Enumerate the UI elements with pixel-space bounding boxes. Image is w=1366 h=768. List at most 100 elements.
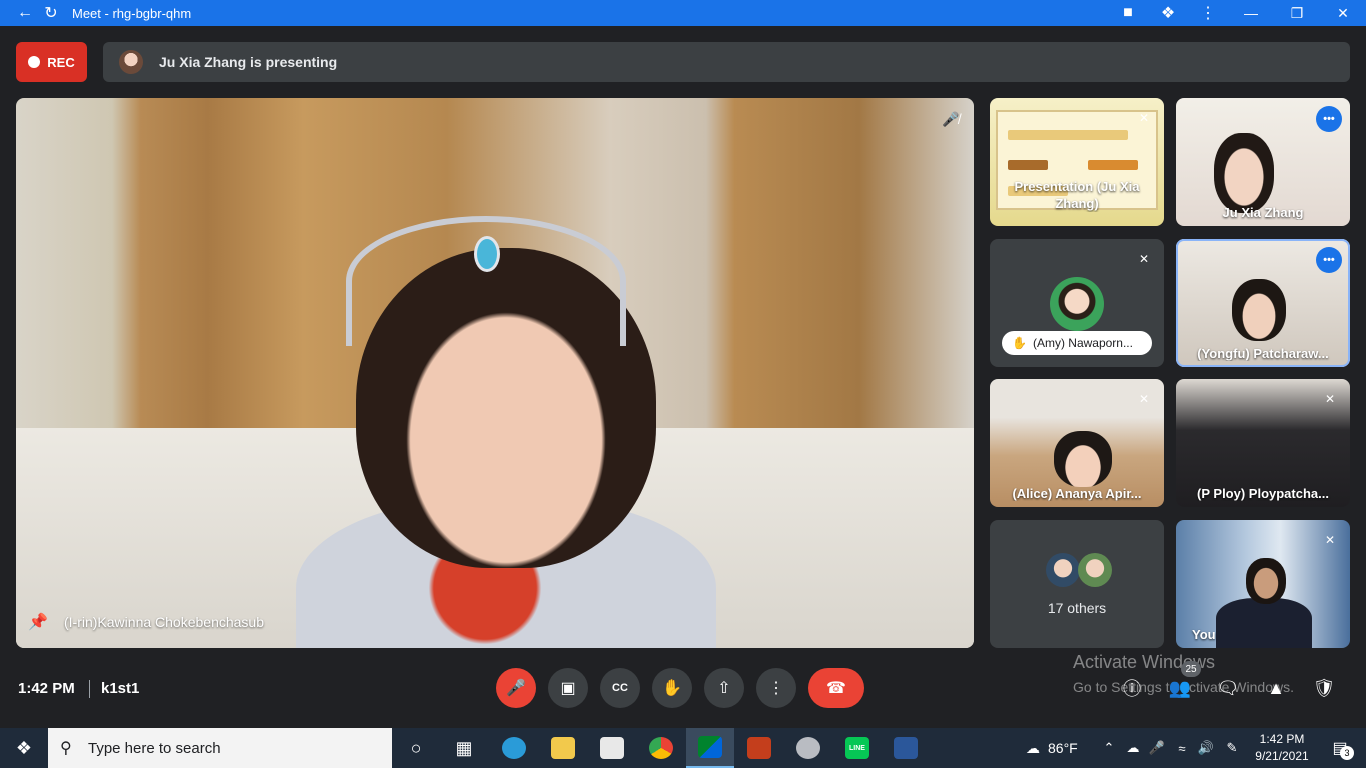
cloud-rain-icon: ☁ bbox=[1026, 739, 1040, 756]
taskbar-app-media[interactable] bbox=[784, 728, 832, 768]
camera-status-icon[interactable]: ■ bbox=[1108, 0, 1148, 26]
raised-hand-badge: ✋ (Amy) Nawaporn... bbox=[1002, 331, 1152, 355]
tile-others[interactable]: 17 others bbox=[990, 520, 1164, 648]
taskbar-app-word[interactable] bbox=[882, 728, 930, 768]
tile-participant[interactable]: ••• Ju Xia Zhang bbox=[1176, 98, 1350, 226]
more-vert-icon[interactable]: ⋮ bbox=[1188, 0, 1228, 26]
activities-button[interactable]: ▲ bbox=[1263, 675, 1289, 701]
people-button[interactable]: 👥 bbox=[1167, 675, 1193, 701]
minimize-button[interactable]: — bbox=[1228, 0, 1274, 26]
pin-icon[interactable]: 📌 bbox=[28, 612, 48, 634]
tile-participant[interactable]: ✕ (Alice) Ananya Apir... bbox=[990, 379, 1164, 507]
slide-image bbox=[1088, 160, 1138, 170]
chrome-icon bbox=[649, 737, 673, 759]
tray-chevron-up-icon[interactable]: ⌃ bbox=[1097, 728, 1121, 768]
folder-icon bbox=[551, 737, 575, 759]
wifi-icon[interactable]: ≈ bbox=[1170, 728, 1194, 768]
more-vert-icon: ⋮ bbox=[768, 680, 784, 697]
tile-self[interactable]: ✕ You bbox=[1176, 520, 1350, 648]
taskbar-app-meet[interactable] bbox=[686, 728, 734, 768]
meeting-time: 1:42 PM bbox=[18, 680, 75, 697]
hand-icon: ✋ bbox=[1012, 336, 1027, 350]
present-screen-button[interactable]: ⇧ bbox=[704, 668, 744, 708]
task-view-icon: ▦ bbox=[455, 737, 473, 758]
speaking-indicator-icon: ••• bbox=[1316, 247, 1342, 273]
presenting-text: Ju Xia Zhang is presenting bbox=[159, 54, 338, 70]
mic-off-icon: ✕ bbox=[1138, 252, 1150, 266]
phone-hangup-icon: ☎ bbox=[826, 680, 846, 697]
title-bar: ← ↻ Meet - rhg-bgbr-qhm ■ ❖ ⋮ — ❐ ✕ bbox=[0, 0, 1366, 26]
slide-image bbox=[1008, 160, 1048, 170]
taskbar-search[interactable]: ⚲ Type here to search bbox=[48, 728, 392, 768]
shield-lock-icon: 🛡 bbox=[1312, 677, 1336, 698]
chat-icon: 🗨 bbox=[1216, 677, 1240, 698]
presenting-banner: Ju Xia Zhang is presenting bbox=[103, 42, 1350, 82]
participants-count-badge: 25 bbox=[1181, 661, 1201, 677]
chat-button[interactable]: 🗨 bbox=[1215, 675, 1241, 701]
participant-video bbox=[1054, 431, 1112, 487]
main-video-tile[interactable]: 🎤̸ 📌 (I-rin)Kawinna Chokebenchasub bbox=[16, 98, 974, 648]
recording-badge[interactable]: REC bbox=[16, 42, 87, 82]
restore-button[interactable]: ❐ bbox=[1274, 0, 1320, 26]
powerpoint-icon bbox=[747, 737, 771, 759]
word-icon bbox=[894, 737, 918, 759]
taskbar-app-store[interactable] bbox=[588, 728, 636, 768]
mic-off-icon: ✕ bbox=[1138, 392, 1150, 406]
more-options-button[interactable]: ⋮ bbox=[756, 668, 796, 708]
tile-participant[interactable]: ✕ (P Ploy) Ploypatcha... bbox=[1176, 379, 1350, 507]
mic-off-icon: 🎤 bbox=[506, 680, 526, 697]
tile-name: (Amy) Nawaporn... bbox=[1032, 336, 1133, 350]
notifications-button[interactable]: ▤ 3 bbox=[1322, 728, 1358, 768]
taskbar-app-powerpoint[interactable] bbox=[735, 728, 783, 768]
mic-off-icon: 🎤̸ bbox=[942, 110, 960, 127]
taskbar-app-edge[interactable] bbox=[490, 728, 538, 768]
volume-icon[interactable]: 🔊 bbox=[1194, 728, 1218, 768]
tile-name: Presentation (Ju Xia Zhang) bbox=[1014, 179, 1140, 211]
camera-toggle-button[interactable]: ▣ bbox=[548, 668, 588, 708]
tile-name: Ju Xia Zhang bbox=[1222, 205, 1304, 220]
end-call-button[interactable]: ☎ bbox=[808, 668, 864, 708]
tile-name: (Alice) Ananya Apir... bbox=[1012, 486, 1142, 501]
participant-video bbox=[1232, 279, 1286, 341]
meet-icon bbox=[698, 736, 722, 758]
activities-icon: ▲ bbox=[1267, 677, 1285, 698]
mic-toggle-button[interactable]: 🎤 bbox=[496, 668, 536, 708]
avatar bbox=[1050, 277, 1104, 331]
taskbar-app-explorer[interactable] bbox=[539, 728, 587, 768]
meeting-code[interactable]: k1st1 bbox=[101, 680, 139, 697]
pen-icon[interactable]: ✎ bbox=[1220, 728, 1244, 768]
tile-participant[interactable]: ✕ ✋ (Amy) Nawaporn... bbox=[990, 239, 1164, 367]
back-arrow-icon[interactable]: ← bbox=[12, 0, 38, 26]
host-controls-button[interactable]: 🛡 bbox=[1311, 675, 1337, 701]
raise-hand-button[interactable]: ✋ bbox=[652, 668, 692, 708]
window-title: Meet - rhg-bgbr-qhm bbox=[72, 5, 192, 21]
search-placeholder: Type here to search bbox=[88, 739, 221, 757]
taskbar-app-chrome[interactable] bbox=[637, 728, 685, 768]
extensions-icon[interactable]: ❖ bbox=[1148, 0, 1188, 26]
task-view-button[interactable]: ▦ bbox=[440, 728, 488, 768]
camera-icon: ▣ bbox=[560, 680, 576, 697]
captions-icon: CC bbox=[612, 682, 628, 694]
tile-participant[interactable]: ••• (Yongfu) Patcharaw... bbox=[1176, 239, 1350, 367]
windows-taskbar: ❖ ⚲ Type here to search ○ ▦ LINE ☁ 86°F … bbox=[0, 728, 1366, 768]
main-participant-name: (I-rin)Kawinna Chokebenchasub bbox=[64, 614, 264, 630]
store-icon bbox=[600, 737, 624, 759]
reload-icon[interactable]: ↻ bbox=[38, 0, 64, 26]
captions-button[interactable]: CC bbox=[600, 668, 640, 708]
microphone-icon[interactable]: 🎤 bbox=[1145, 728, 1169, 768]
speaking-indicator-icon: ••• bbox=[1316, 106, 1342, 132]
onedrive-icon[interactable]: ☁ bbox=[1121, 728, 1145, 768]
tile-presentation[interactable]: ✕ Presentation (Ju Xia Zhang) bbox=[990, 98, 1164, 226]
start-button[interactable]: ❖ bbox=[0, 728, 48, 768]
close-button[interactable]: ✕ bbox=[1320, 0, 1366, 26]
record-dot-icon bbox=[28, 56, 41, 68]
taskbar-app-line[interactable]: LINE bbox=[833, 728, 881, 768]
taskbar-clock[interactable]: 1:42 PM 9/21/2021 bbox=[1252, 731, 1312, 765]
cortana-button[interactable]: ○ bbox=[392, 728, 440, 768]
weather-widget[interactable]: ☁ 86°F bbox=[1026, 728, 1078, 768]
tile-name: (P Ploy) Ploypatcha... bbox=[1197, 486, 1329, 501]
meeting-details-button[interactable]: ⓘ bbox=[1119, 675, 1145, 701]
windows-logo-icon: ❖ bbox=[15, 737, 33, 758]
info-icon: ⓘ bbox=[1123, 679, 1141, 699]
mic-off-icon: ✕ bbox=[1324, 392, 1336, 406]
